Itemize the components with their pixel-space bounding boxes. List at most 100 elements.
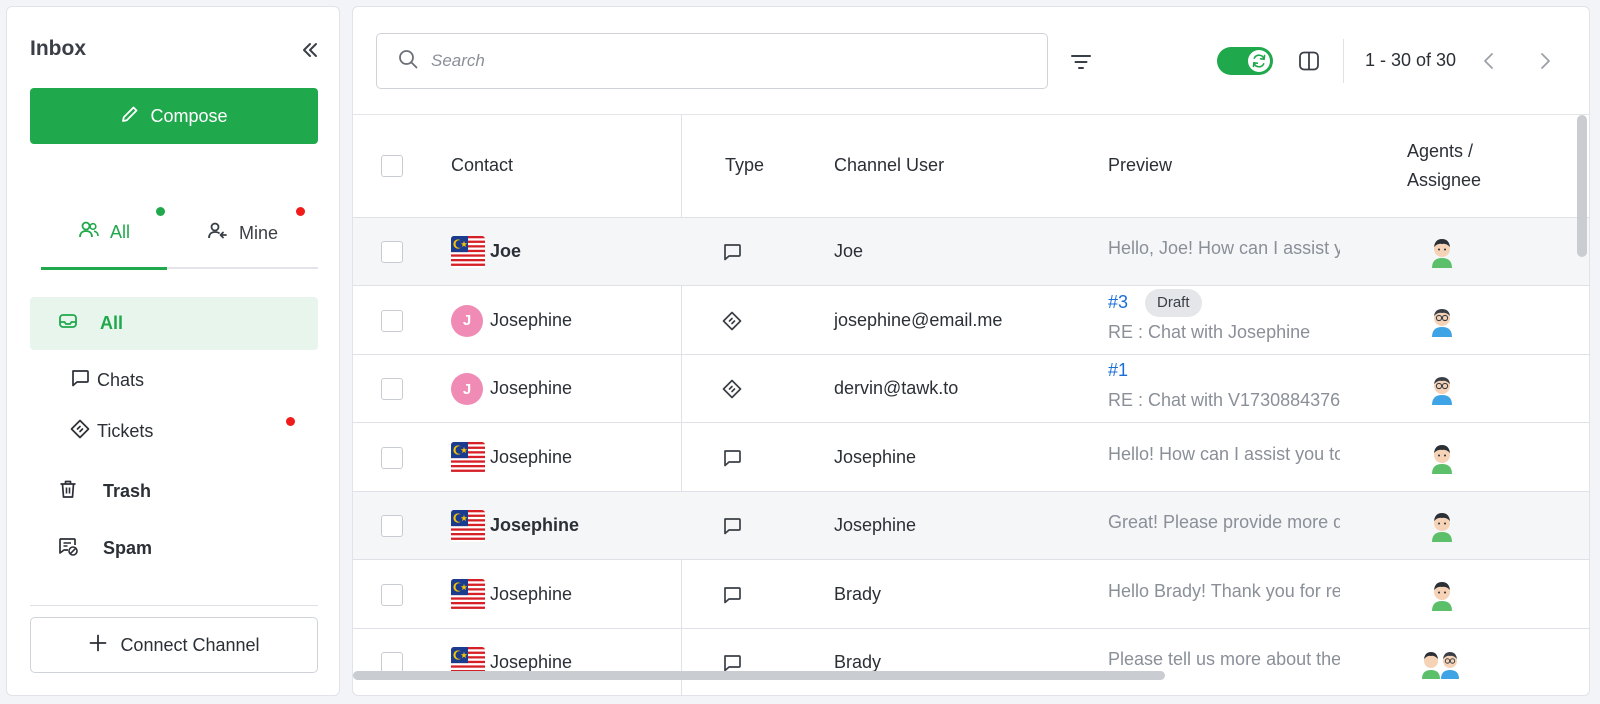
header-agents-line2: Assignee (1407, 170, 1482, 190)
trash-icon (57, 478, 79, 505)
ticket-number[interactable]: #1 (1108, 360, 1128, 381)
channel-user: Josephine (834, 446, 917, 467)
table-row[interactable]: Josephine Josephine Great! Please provide … (353, 492, 1589, 560)
ticket-icon (721, 310, 743, 332)
contact-name: Josephine (490, 446, 573, 467)
ticket-icon (721, 378, 743, 400)
chat-bubble-icon (721, 447, 743, 469)
sidebar-item-spam[interactable]: Spam (57, 526, 152, 570)
sidebar-item-tickets-label: Tickets (97, 420, 154, 441)
spam-icon (57, 535, 79, 562)
tab-mine[interactable]: Mine (167, 197, 318, 269)
channel-user: Brady (834, 583, 882, 604)
contact-name: Josephine (490, 309, 573, 330)
sidebar-item-all[interactable]: All (30, 297, 318, 350)
table-row[interactable]: Josephine Josephine Hello! How can I assis… (353, 424, 1589, 492)
chevron-left-icon[interactable] (1477, 49, 1501, 73)
header-agents-line1: Agents / (1407, 141, 1474, 161)
table-row[interactable]: J Josephine josephine@email.me #3 Draft RE : … (353, 287, 1589, 355)
split-view-icon[interactable] (1297, 49, 1321, 73)
chat-bubble-icon (721, 241, 743, 263)
table-row[interactable]: J Josephine dervin@tawk.to #1 RE : Chat with… (353, 355, 1589, 423)
sidebar-item-tickets[interactable]: Tickets (69, 411, 153, 451)
table-row[interactable]: Josephine Brady Please tell us more about … (353, 629, 1589, 695)
horizontal-scrollbar[interactable] (353, 671, 1165, 680)
table-row[interactable]: Josephine Brady Hello Brady! Thank you for… (353, 561, 1589, 629)
contact-name: Joe (490, 241, 522, 261)
draft-badge: Draft (1145, 288, 1202, 317)
malaysia-flag-icon (451, 236, 485, 268)
header-preview[interactable]: Preview (1108, 155, 1172, 176)
message-preview: Hello, Joe! How can I assist you today? (1108, 238, 1340, 258)
row-checkbox[interactable] (381, 446, 403, 469)
row-checkbox[interactable] (381, 583, 403, 606)
malaysia-flag-icon (451, 510, 485, 542)
agent-avatar-icon (1429, 236, 1455, 268)
row-checkbox[interactable] (381, 241, 403, 263)
users-icon (78, 219, 100, 246)
search-icon (397, 48, 419, 75)
vertical-scrollbar[interactable] (1577, 115, 1587, 257)
message-preview: Please tell us more about the issue (1108, 649, 1340, 669)
toolbar-separator (1343, 39, 1344, 83)
search-box[interactable] (376, 33, 1048, 89)
malaysia-flag-icon (451, 441, 485, 474)
agent-avatar-icon (1429, 579, 1455, 611)
chat-bubble-icon (69, 367, 91, 394)
sidebar: Inbox Compose All Mine All Chats Tickets… (6, 6, 340, 696)
row-checkbox[interactable] (381, 309, 403, 332)
tickets-unread-dot (286, 417, 295, 426)
contact-name: Josephine (490, 652, 573, 672)
contact-avatar: J (451, 304, 483, 337)
inbox-scope-tabs: All Mine (41, 197, 318, 270)
sidebar-item-all-label: All (100, 313, 124, 333)
tab-all[interactable]: All (41, 197, 167, 270)
sidebar-item-trash[interactable]: Trash (57, 469, 151, 513)
select-all-checkbox[interactable] (381, 155, 403, 177)
malaysia-flag-icon (451, 578, 485, 611)
message-preview: RE : Chat with Josephine (1108, 321, 1311, 342)
inbox-icon (58, 311, 78, 336)
channel-user: Joe (834, 241, 864, 261)
sidebar-divider (30, 605, 318, 606)
contact-name: Josephine (490, 515, 580, 535)
tab-all-label: All (109, 221, 130, 242)
row-checkbox[interactable] (381, 515, 403, 537)
channel-user: Brady (834, 652, 882, 672)
agent-avatar-icon (1429, 510, 1455, 542)
connect-channel-button[interactable]: Connect Channel (30, 617, 318, 673)
compose-button[interactable]: Compose (30, 88, 318, 144)
message-preview: Great! Please provide more details (1108, 512, 1340, 532)
search-input[interactable] (431, 51, 991, 71)
chat-bubble-icon (721, 515, 743, 537)
chevron-right-icon[interactable] (1533, 49, 1557, 73)
table-header: Contact Type Channel User Preview Agents… (353, 115, 1589, 218)
agent-avatar-icon (1429, 442, 1455, 474)
message-preview: Hello Brady! Thank you for reaching out (1108, 580, 1340, 601)
agent-avatar-icon (1429, 373, 1455, 405)
channel-user: dervin@tawk.to (834, 378, 959, 398)
filter-icon[interactable] (1069, 50, 1093, 74)
channel-user: Josephine (834, 515, 917, 535)
message-preview: RE : Chat with V1730884376 (1108, 390, 1340, 410)
tab-mine-label: Mine (238, 222, 278, 243)
list-toolbar: 1 - 30 of 30 (353, 7, 1589, 115)
plus-icon (88, 633, 108, 658)
ticket-number[interactable]: #3 (1108, 292, 1128, 313)
header-contact[interactable]: Contact (451, 155, 513, 176)
header-type[interactable]: Type (725, 155, 764, 176)
agent-avatar-icon (1421, 647, 1461, 679)
header-channel-user[interactable]: Channel User (834, 155, 944, 176)
connect-channel-label: Connect Channel (120, 634, 260, 655)
ticket-icon (69, 418, 91, 445)
sidebar-item-chats-label: Chats (97, 369, 145, 390)
refresh-icon (1248, 50, 1270, 72)
sidebar-item-trash-label: Trash (103, 480, 152, 501)
table-row[interactable]: Joe Joe Hello, Joe! How can I assist you t… (353, 218, 1589, 286)
sidebar-item-chats[interactable]: Chats (69, 360, 144, 400)
contact-name: Josephine (490, 378, 573, 398)
row-checkbox[interactable] (381, 378, 403, 400)
compose-label: Compose (150, 105, 228, 126)
auto-refresh-toggle[interactable] (1217, 47, 1273, 75)
collapse-sidebar-icon[interactable] (299, 39, 321, 61)
